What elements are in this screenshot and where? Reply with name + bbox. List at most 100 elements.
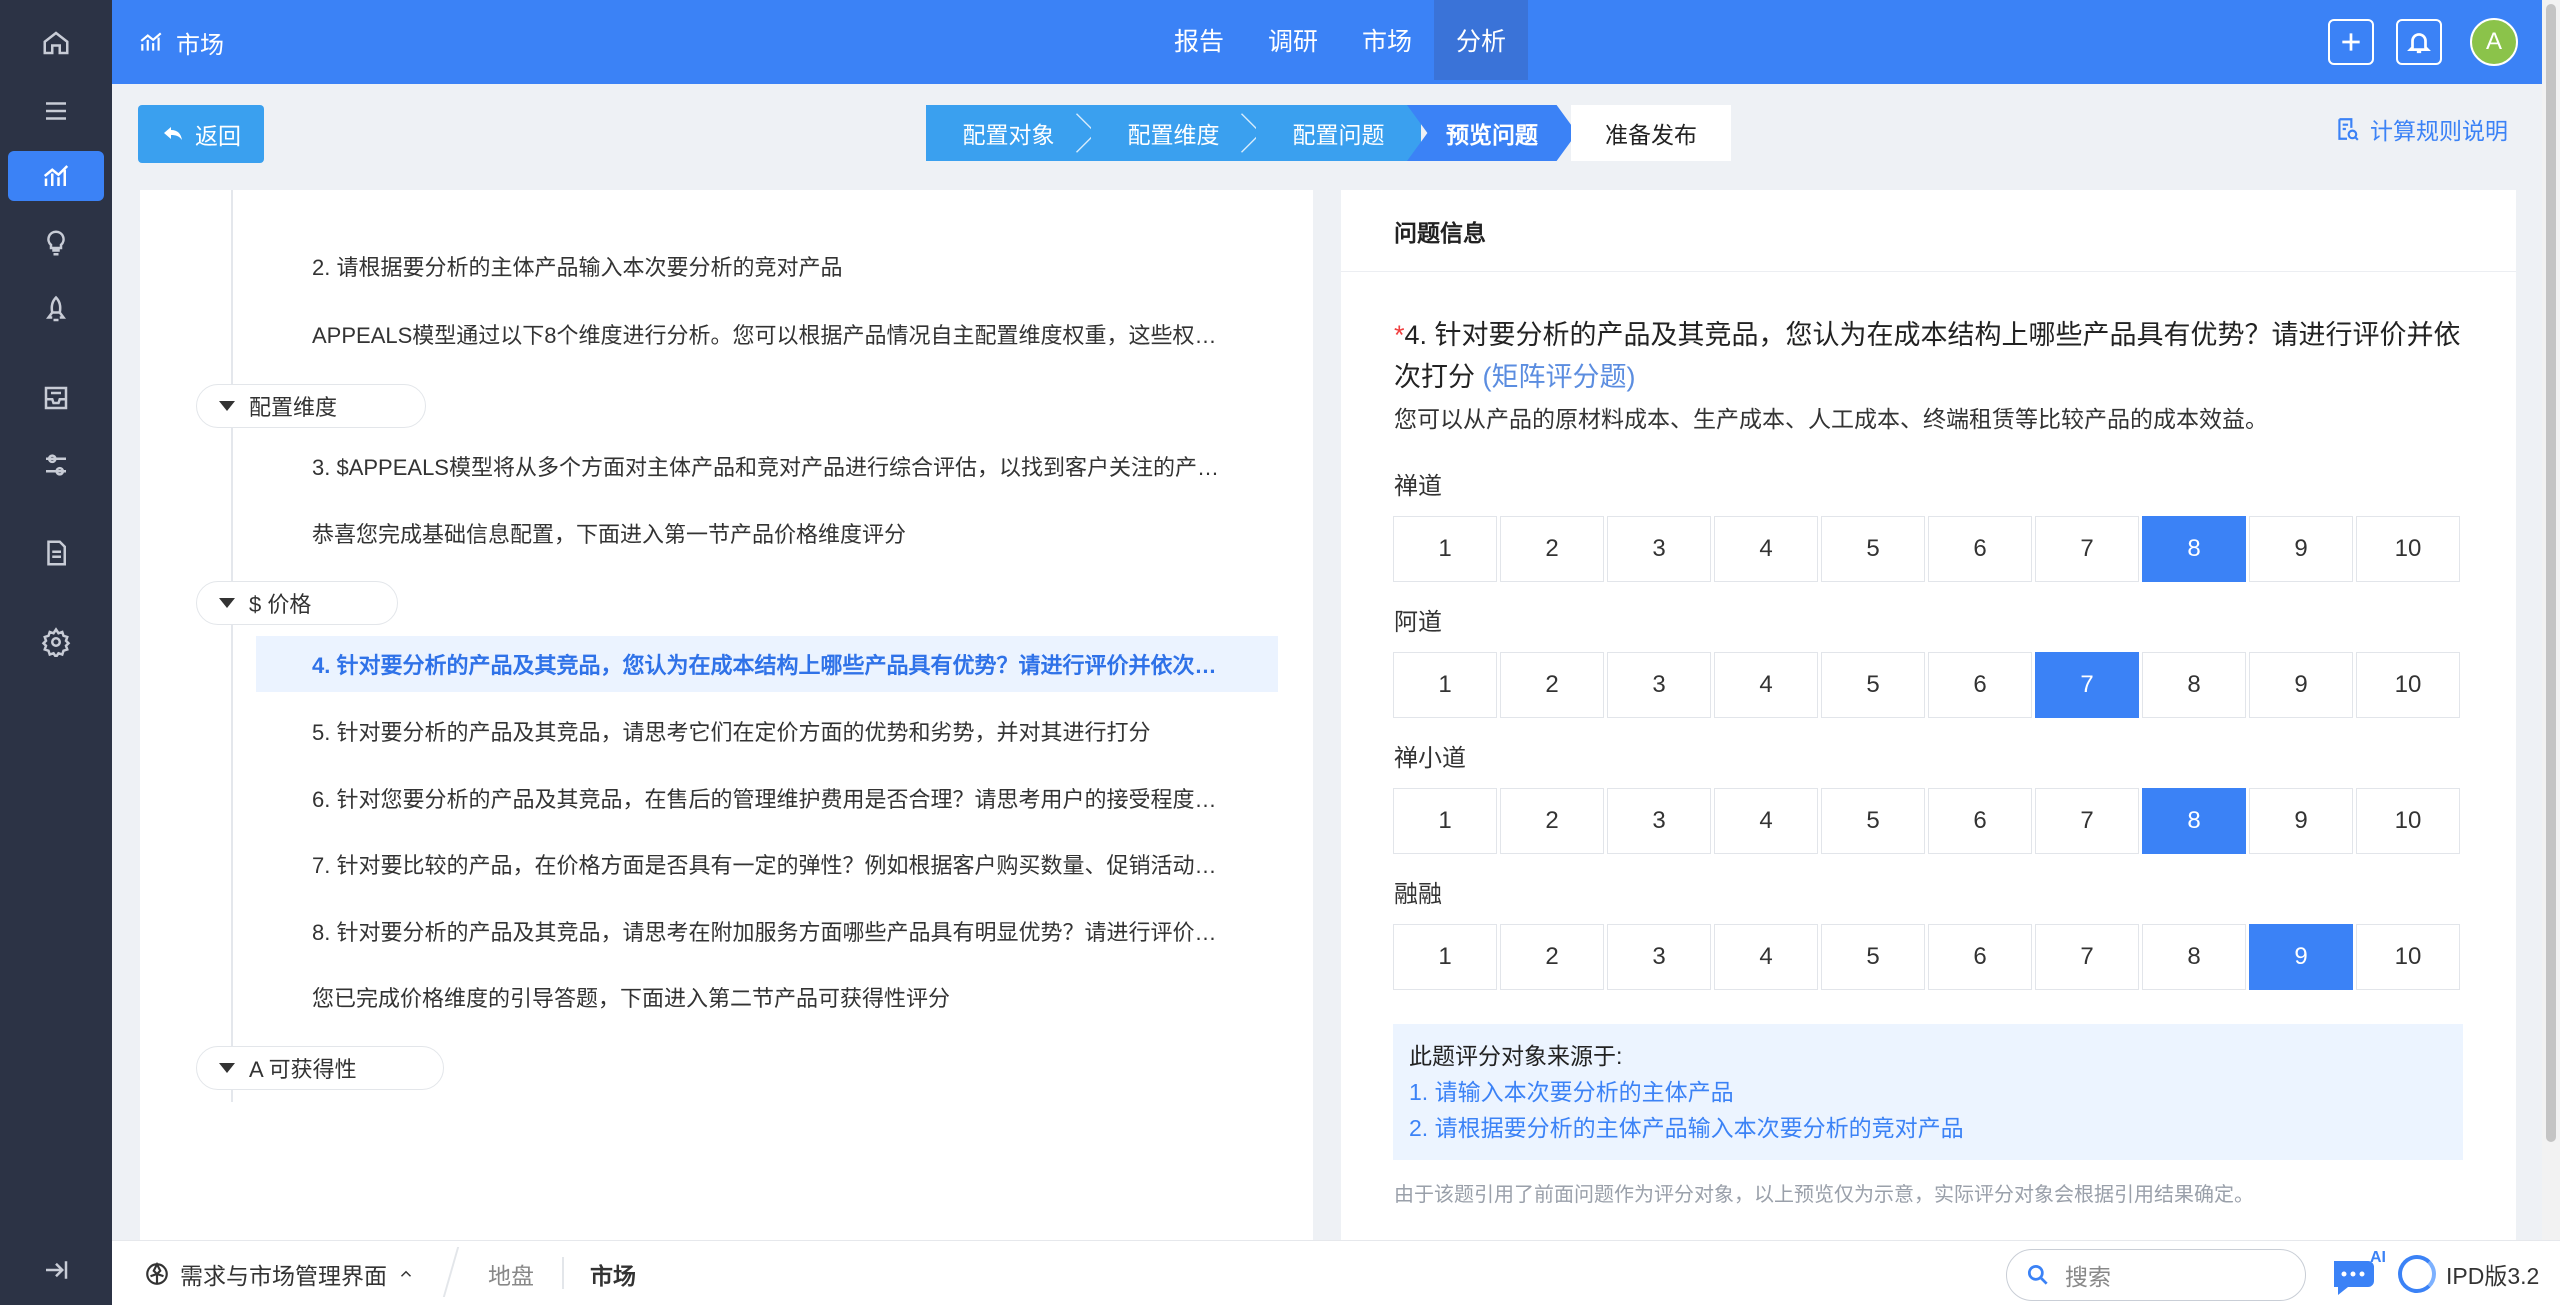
score-option[interactable]: 7	[2035, 652, 2139, 718]
tree-question-item[interactable]: 7. 针对要比较的产品，在价格方面是否具有一定的弹性？例如根据客户购买数量、促销…	[312, 836, 1312, 892]
score-option[interactable]: 10	[2356, 924, 2460, 990]
tree-group-dimension[interactable]: 配置维度	[196, 384, 426, 428]
home-icon[interactable]	[8, 18, 104, 68]
step-config-question[interactable]: 配置问题	[1256, 105, 1421, 161]
inbox-icon[interactable]	[8, 373, 104, 423]
matrix-row-label: 阿道	[1394, 609, 1442, 636]
tree-question-item[interactable]: 恭喜您完成基础信息配置，下面进入第一节产品价格维度评分	[312, 505, 1312, 561]
score-option[interactable]: 7	[2035, 516, 2139, 582]
step-ready-publish[interactable]: 准备发布	[1571, 105, 1731, 161]
score-option[interactable]: 3	[1607, 924, 1711, 990]
add-button[interactable]	[2328, 19, 2374, 65]
settings-sliders-icon[interactable]	[8, 440, 104, 490]
score-option[interactable]: 8	[2142, 652, 2246, 718]
breadcrumb-current[interactable]: 市场	[590, 1241, 636, 1305]
score-option[interactable]: 2	[1500, 788, 1604, 854]
search-placeholder: 搜索	[2065, 1264, 2111, 1290]
tree-question-item-active[interactable]: 4. 针对要分析的产品及其竞品，您认为在成本结构上哪些产品具有优势？请进行评价并…	[256, 636, 1278, 692]
calc-rules-label: 计算规则说明	[2370, 118, 2508, 144]
score-option[interactable]: 5	[1821, 924, 1925, 990]
notification-button[interactable]	[2396, 19, 2442, 65]
score-option[interactable]: 4	[1714, 924, 1818, 990]
score-option[interactable]: 4	[1714, 652, 1818, 718]
ai-assistant-button[interactable]: AI	[2330, 1249, 2394, 1297]
rocket-icon[interactable]	[8, 285, 104, 335]
gear-icon[interactable]	[8, 617, 104, 667]
score-option[interactable]: 6	[1928, 924, 2032, 990]
score-option[interactable]: 1	[1393, 924, 1497, 990]
tree-question-item[interactable]: APPEALS模型通过以下8个维度进行分析。您可以根据产品情况自主配置维度权重，…	[312, 306, 1312, 362]
step-config-object[interactable]: 配置对象	[926, 105, 1097, 161]
score-option[interactable]: 9	[2249, 924, 2353, 990]
score-option[interactable]: 5	[1821, 516, 1925, 582]
document-icon[interactable]	[8, 528, 104, 578]
tree-item-text: 恭喜您完成基础信息配置，下面进入第一节产品价格维度评分	[312, 522, 907, 547]
scrollbar-thumb[interactable]	[2546, 4, 2556, 1142]
step-label: 配置维度	[1127, 122, 1220, 148]
tree-item-text: 7. 针对要比较的产品，在价格方面是否具有一定的弹性？例如根据客户购买数量、促销…	[312, 853, 1222, 878]
score-option[interactable]: 8	[2142, 516, 2246, 582]
score-option[interactable]: 9	[2249, 788, 2353, 854]
score-option[interactable]: 7	[2035, 788, 2139, 854]
score-option[interactable]: 6	[1928, 516, 2032, 582]
score-option[interactable]: 2	[1500, 652, 1604, 718]
footer-search[interactable]: 搜索	[2006, 1249, 2306, 1301]
search-icon	[2027, 1264, 2048, 1285]
bulb-icon[interactable]	[8, 218, 104, 268]
nav-research[interactable]: 调研	[1246, 0, 1340, 80]
score-option[interactable]: 3	[1607, 516, 1711, 582]
score-option[interactable]: 8	[2142, 788, 2246, 854]
score-option[interactable]: 10	[2356, 788, 2460, 854]
menu-icon[interactable]	[8, 86, 104, 136]
version-label: IPD版3.2	[2446, 1262, 2540, 1289]
module-switcher[interactable]: 需求与市场管理界面	[144, 1241, 415, 1305]
tree-question-item[interactable]: 2. 请根据要分析的主体产品输入本次要分析的竞对产品	[312, 238, 1312, 294]
score-option[interactable]: 10	[2356, 516, 2460, 582]
score-option[interactable]: 4	[1714, 516, 1818, 582]
caret-down-icon	[219, 401, 235, 411]
chevron-up-icon	[400, 1270, 412, 1277]
score-option[interactable]: 9	[2249, 652, 2353, 718]
score-option[interactable]: 8	[2142, 924, 2246, 990]
score-source-box: 此题评分对象来源于: 1. 请输入本次要分析的主体产品 2. 请根据要分析的主体…	[1393, 1024, 2463, 1160]
score-option[interactable]: 4	[1714, 788, 1818, 854]
avatar[interactable]: A	[2470, 18, 2518, 66]
collapse-icon[interactable]	[8, 1245, 104, 1295]
matrix-row-label: 禅小道	[1394, 745, 1466, 772]
score-option[interactable]: 1	[1393, 788, 1497, 854]
tree-question-item[interactable]: 3. $APPEALS模型将从多个方面对主体产品和竞对产品进行综合评估，以找到客…	[312, 438, 1312, 494]
tree-group-price[interactable]: $ 价格	[196, 581, 398, 625]
chart-icon[interactable]	[8, 151, 104, 201]
score-option[interactable]: 1	[1393, 652, 1497, 718]
score-option[interactable]: 9	[2249, 516, 2353, 582]
score-option[interactable]: 1	[1393, 516, 1497, 582]
tree-group-availability[interactable]: A 可获得性	[196, 1046, 444, 1090]
source-link[interactable]: 1. 请输入本次要分析的主体产品	[1409, 1074, 2447, 1110]
page-scrollbar[interactable]	[2542, 0, 2560, 1240]
tree-question-item[interactable]: 5. 针对要分析的产品及其竞品，请思考它们在定价方面的优势和劣势，并对其进行打分	[312, 703, 1312, 759]
score-option[interactable]: 5	[1821, 788, 1925, 854]
nav-analysis[interactable]: 分析	[1434, 0, 1529, 80]
score-option[interactable]: 10	[2356, 652, 2460, 718]
score-option[interactable]: 3	[1607, 652, 1711, 718]
nav-report[interactable]: 报告	[1152, 0, 1246, 80]
score-option[interactable]: 6	[1928, 652, 2032, 718]
score-option[interactable]: 2	[1500, 516, 1604, 582]
step-label: 预览问题	[1446, 122, 1538, 148]
nav-market[interactable]: 市场	[1340, 0, 1434, 80]
back-button[interactable]: 返回	[138, 105, 264, 163]
score-option[interactable]: 2	[1500, 924, 1604, 990]
calc-rules-link[interactable]: 计算规则说明	[2334, 112, 2508, 146]
tree-question-item[interactable]: 8. 针对要分析的产品及其竞品，请思考在附加服务方面哪些产品具有明显优势？请进行…	[312, 903, 1312, 959]
score-option[interactable]: 6	[1928, 788, 2032, 854]
breadcrumb-item[interactable]: 地盘	[488, 1241, 534, 1305]
score-option[interactable]: 5	[1821, 652, 1925, 718]
tree-question-item[interactable]: 您已完成价格维度的引导答题，下面进入第二节产品可获得性评分	[312, 969, 1312, 1025]
step-config-dimension[interactable]: 配置维度	[1091, 105, 1262, 161]
tree-question-item[interactable]: 6. 针对您要分析的产品及其竞品，在售后的管理维护费用是否合理？请思考用户的接受…	[312, 770, 1312, 826]
score-option[interactable]: 3	[1607, 788, 1711, 854]
step-preview-question[interactable]: 预览问题	[1407, 105, 1577, 161]
score-option[interactable]: 7	[2035, 924, 2139, 990]
app-title: 市场	[138, 0, 224, 84]
source-link[interactable]: 2. 请根据要分析的主体产品输入本次要分析的竞对产品	[1409, 1110, 2447, 1146]
